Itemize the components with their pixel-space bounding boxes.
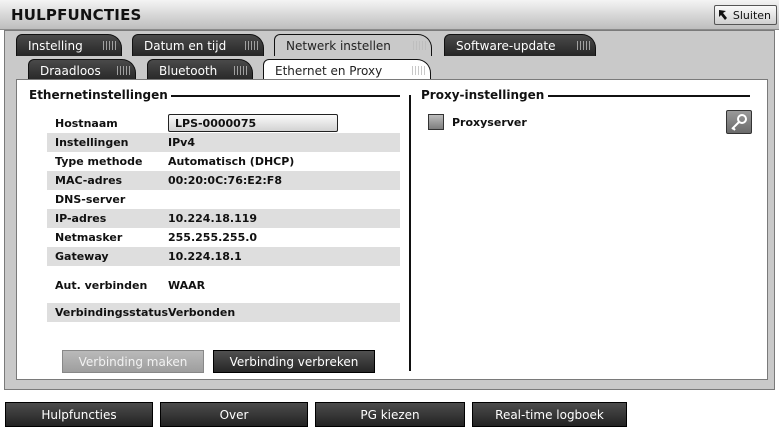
group-line — [170, 95, 400, 97]
tab-draadloos[interactable]: Draadloos — [28, 59, 136, 81]
close-label: Sluiten — [732, 8, 771, 22]
nav-realtime-logboek-button[interactable]: Real-time logboek — [472, 402, 627, 427]
settings-row: Type methode Automatisch (DHCP) — [47, 152, 400, 171]
row-value: 10.224.18.1 — [168, 250, 242, 263]
proxyserver-checkbox[interactable] — [428, 114, 444, 130]
arrow-icon — [718, 10, 727, 20]
disconnect-button[interactable]: Verbinding verbreken — [213, 350, 375, 373]
row-label: Netmasker — [55, 231, 123, 244]
nav-over-button[interactable]: Over — [160, 402, 308, 427]
settings-row: Verbindingsstatus Verbonden — [47, 303, 400, 322]
row-label: Aut. verbinden — [55, 279, 148, 292]
row-label: MAC-adres — [55, 174, 123, 187]
proxy-settings-title: Proxy-instellingen — [421, 88, 548, 102]
key-icon — [731, 114, 747, 131]
row-value: Verbonden — [168, 306, 236, 319]
tab-datum-en-tijd[interactable]: Datum en tijd — [132, 34, 264, 56]
column-divider — [409, 95, 411, 371]
row-value: IPv4 — [168, 136, 195, 149]
tab-label: Netwerk instellen — [286, 38, 391, 53]
row-label: Gateway — [55, 250, 109, 263]
nav-pg-kiezen-button[interactable]: PG kiezen — [315, 402, 465, 427]
settings-row: DNS-server — [47, 190, 400, 209]
settings-row: MAC-adres 00:20:0C:76:E2:F8 — [47, 171, 400, 190]
row-value: 00:20:0C:76:E2:F8 — [168, 174, 282, 187]
row-label: Type methode — [55, 155, 143, 168]
close-button[interactable]: Sluiten — [713, 5, 777, 25]
tab-instelling[interactable]: Instelling — [16, 34, 122, 56]
row-value: 10.224.18.119 — [168, 212, 258, 225]
row-label: DNS-server — [55, 193, 126, 206]
row-value: 255.255.255.0 — [168, 231, 258, 244]
bottom-nav: Hulpfuncties Over PG kiezen Real-time lo… — [0, 391, 779, 429]
window-title: HULPFUNCTIES — [11, 6, 142, 24]
ethernet-settings-title: Ethernetinstellingen — [29, 88, 171, 102]
row-value: WAAR — [168, 279, 206, 292]
tab-label: Instelling — [28, 38, 83, 53]
tab-label: Software-update — [456, 38, 556, 53]
group-line — [548, 95, 750, 97]
settings-row: Netmasker 255.255.255.0 — [47, 228, 400, 247]
tab-ethernet-en-proxy[interactable]: Ethernet en Proxy — [263, 59, 431, 81]
row-label: Instellingen — [55, 136, 129, 149]
settings-row: Instellingen IPv4 — [47, 133, 400, 152]
tab-label: Ethernet en Proxy — [275, 63, 383, 78]
title-bar: HULPFUNCTIES Sluiten — [0, 0, 779, 30]
row-label: IP-adres — [55, 212, 107, 225]
tab-label: Bluetooth — [159, 63, 218, 78]
settings-row: IP-adres 10.224.18.119 — [47, 209, 400, 228]
row-value: Automatisch (DHCP) — [168, 155, 295, 168]
tab-label: Datum en tijd — [144, 38, 227, 53]
tab-netwerk-instellen[interactable]: Netwerk instellen — [274, 34, 432, 56]
tab-label: Draadloos — [40, 63, 101, 78]
proxy-settings-button[interactable] — [726, 110, 752, 134]
tab-software-update[interactable]: Software-update — [444, 34, 596, 56]
settings-row: Aut. verbinden WAAR — [47, 276, 400, 295]
hostname-label: Hostnaam — [55, 117, 118, 130]
hostname-field[interactable]: LPS-0000075 — [168, 114, 338, 132]
nav-hulpfuncties-button[interactable]: Hulpfuncties — [5, 402, 153, 427]
connect-button[interactable]: Verbinding maken — [62, 350, 204, 373]
proxyserver-label: Proxyserver — [452, 116, 527, 129]
settings-row: Gateway 10.224.18.1 — [47, 247, 400, 266]
tab-bluetooth[interactable]: Bluetooth — [147, 59, 253, 81]
row-label: Verbindingsstatus — [55, 306, 169, 319]
